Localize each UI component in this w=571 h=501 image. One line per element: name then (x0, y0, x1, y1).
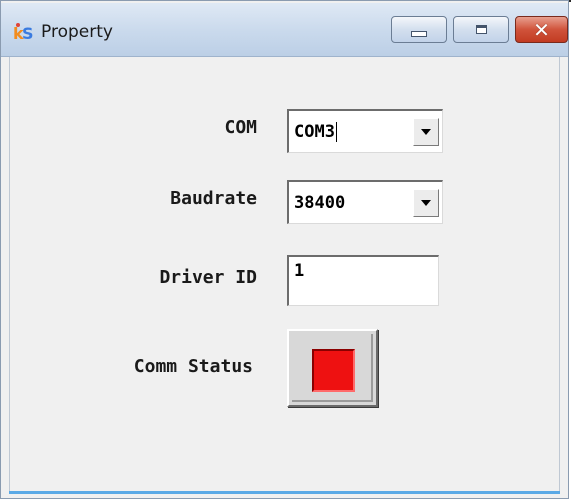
com-value-text: COM3 (294, 121, 335, 142)
comm-status-indicator (312, 349, 355, 392)
maximize-button[interactable] (453, 16, 509, 43)
close-button[interactable]: ✕ (515, 16, 568, 43)
minimize-icon (411, 30, 427, 37)
chevron-down-icon (421, 128, 431, 135)
window-title: Property (41, 22, 113, 42)
driver-id-value: 1 (294, 261, 305, 281)
maximize-icon (475, 25, 487, 34)
ks-app-icon: k S (13, 23, 34, 43)
minimize-button[interactable] (391, 16, 447, 43)
com-select[interactable]: COM3 (287, 109, 443, 153)
com-select-value: COM3 (294, 121, 337, 142)
title-bar[interactable]: k S Property ✕ (1, 3, 568, 57)
baudrate-dropdown-button[interactable] (413, 188, 439, 217)
text-caret (335, 121, 337, 142)
baudrate-label: Baudrate (170, 188, 257, 209)
comm-status-bevel (292, 334, 373, 402)
com-dropdown-button[interactable] (413, 117, 439, 146)
driver-id-label: Driver ID (159, 267, 257, 288)
comm-status-label: Comm Status (133, 356, 253, 377)
com-label: COM (224, 117, 257, 138)
close-icon: ✕ (533, 17, 550, 42)
comm-status-button[interactable] (287, 329, 378, 407)
baudrate-select[interactable]: 38400 (287, 180, 443, 224)
chevron-down-icon (421, 199, 431, 206)
bottom-accent-line (9, 491, 560, 494)
driver-id-input[interactable]: 1 (287, 255, 439, 306)
svg-text:S: S (22, 24, 34, 43)
baudrate-select-value: 38400 (294, 192, 346, 213)
property-window: k S Property ✕ COM COM3 Baudrate 38400 D… (0, 0, 569, 499)
